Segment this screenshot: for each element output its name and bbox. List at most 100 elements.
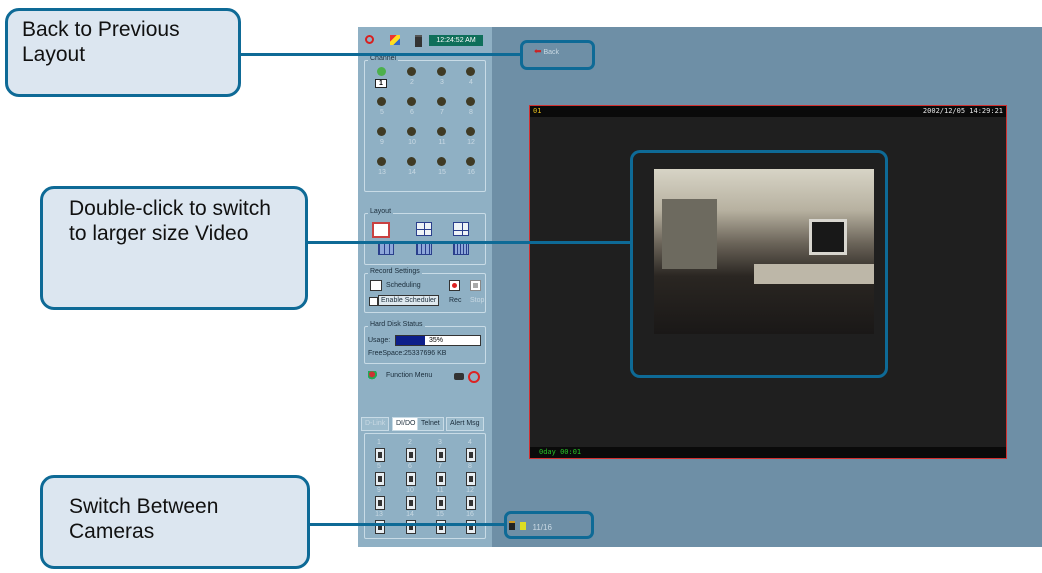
record-settings-group: [364, 273, 486, 313]
function-menu-label[interactable]: Function Menu: [386, 372, 432, 379]
switch-6-number: 6: [408, 463, 412, 470]
switch-10-number: 10: [406, 487, 414, 494]
usage-label: Usage:: [368, 337, 391, 344]
switch-1-number: 1: [377, 439, 381, 446]
video-footer: 0day 00:01: [530, 447, 1006, 458]
switch-7-number: 7: [438, 463, 442, 470]
stop-label: Stop: [470, 297, 485, 304]
callout-switch: Switch Between Cameras: [40, 475, 310, 569]
function-menu-icon[interactable]: [368, 371, 378, 382]
channel-14-indicator[interactable]: [407, 157, 416, 166]
switch-9-number: 9: [377, 487, 381, 494]
switch-11-button[interactable]: [436, 496, 446, 510]
usage-bar: 35%: [395, 335, 481, 346]
channel-4-indicator[interactable]: [466, 67, 475, 76]
layout-group: [364, 213, 486, 265]
channel-3-number[interactable]: 3: [435, 79, 449, 86]
channel-5-indicator[interactable]: [377, 97, 386, 106]
channel-10-number[interactable]: 10: [405, 139, 419, 146]
video-uptime: 0day 00:01: [539, 448, 582, 456]
switch-9-button[interactable]: [375, 496, 385, 510]
video-connector: [305, 241, 632, 244]
switch-5-button[interactable]: [375, 472, 385, 486]
channel-8-indicator[interactable]: [466, 97, 475, 106]
switch-13-number: 13: [375, 511, 383, 518]
color-settings-icon[interactable]: [390, 35, 400, 45]
scheduling-label[interactable]: Scheduling: [386, 282, 421, 289]
channel-14-number[interactable]: 14: [405, 169, 419, 176]
channel-11-indicator[interactable]: [437, 127, 446, 136]
usage-percent: 35%: [429, 337, 444, 344]
freespace-label: FreeSpace:: [368, 350, 405, 357]
switch-15-number: 15: [436, 511, 444, 518]
camera-icon[interactable]: [454, 373, 464, 380]
switch-14-number: 14: [406, 511, 414, 518]
enable-scheduler-checkbox[interactable]: [369, 297, 378, 306]
channel-16-number[interactable]: 16: [464, 169, 478, 176]
channel-11-number[interactable]: 11: [435, 139, 449, 146]
switch-6-button[interactable]: [406, 472, 416, 486]
channel-2-number[interactable]: 2: [405, 79, 419, 86]
channel-6-number[interactable]: 6: [405, 109, 419, 116]
layout-quad-button[interactable]: [416, 222, 432, 236]
channel-16-indicator[interactable]: [466, 157, 475, 166]
channel-8-number[interactable]: 8: [464, 109, 478, 116]
layout-single-button[interactable]: [372, 222, 390, 238]
channel-9-number[interactable]: 9: [375, 139, 389, 146]
callout-back: Back to Previous Layout: [5, 8, 241, 97]
channel-2-indicator[interactable]: [407, 67, 416, 76]
channel-3-indicator[interactable]: [437, 67, 446, 76]
back-connector: [238, 53, 521, 56]
back-highlight: [520, 40, 595, 70]
switch-3-button[interactable]: [436, 448, 446, 462]
channel-1-number[interactable]: 1: [375, 79, 387, 88]
calendar-icon[interactable]: [370, 280, 382, 291]
tab-telnet[interactable]: Telnet: [417, 417, 444, 431]
channel-13-number[interactable]: 13: [375, 169, 389, 176]
switch-highlight: [504, 511, 594, 539]
switch-4-button[interactable]: [466, 448, 476, 462]
channel-4-number[interactable]: 4: [464, 79, 478, 86]
trash-icon[interactable]: [415, 35, 422, 47]
switch-2-button[interactable]: [406, 448, 416, 462]
tab-dido[interactable]: DI/DO: [392, 417, 420, 431]
switch-11-number: 11: [436, 487, 444, 494]
power-icon[interactable]: [365, 35, 374, 44]
video-channel: 01: [533, 107, 542, 115]
switch-3-number: 3: [438, 439, 442, 446]
tab-dlink[interactable]: D-Link: [361, 417, 390, 431]
channel-15-indicator[interactable]: [437, 157, 446, 166]
channel-12-indicator[interactable]: [466, 127, 475, 136]
switch-2-number: 2: [408, 439, 412, 446]
channel-7-number[interactable]: 7: [435, 109, 449, 116]
record-button[interactable]: [449, 280, 460, 291]
disabled-icon[interactable]: [468, 371, 480, 383]
switch-1-button[interactable]: [375, 448, 385, 462]
switch-7-button[interactable]: [436, 472, 446, 486]
stop-button[interactable]: [470, 280, 481, 291]
channel-1-indicator[interactable]: [377, 67, 386, 76]
channel-13-indicator[interactable]: [377, 157, 386, 166]
switch-8-button[interactable]: [466, 472, 476, 486]
switch-16-number: 16: [466, 511, 474, 518]
channel-7-indicator[interactable]: [437, 97, 446, 106]
switch-8-number: 8: [468, 463, 472, 470]
video-datetime: 2002/12/05 14:29:21: [922, 107, 1003, 115]
switch-10-button[interactable]: [406, 496, 416, 510]
channel-15-number[interactable]: 15: [435, 169, 449, 176]
tab-alert-msg[interactable]: Alert Msg: [446, 417, 484, 431]
control-sidebar: 12:24:52 AM Channel 1 2 3 4 5 6 7 8 9 10 11 12 13 14 1…: [358, 27, 493, 547]
channel-10-indicator[interactable]: [407, 127, 416, 136]
channel-6-indicator[interactable]: [407, 97, 416, 106]
layout-1plus5-button[interactable]: [453, 222, 469, 236]
switch-12-button[interactable]: [466, 496, 476, 510]
rec-label: Rec: [449, 297, 462, 304]
channel-5-number[interactable]: 5: [375, 109, 389, 116]
channel-12-number[interactable]: 12: [464, 139, 478, 146]
switch-connector: [307, 523, 505, 526]
enable-scheduler-button[interactable]: Enable Scheduler: [378, 295, 440, 306]
switch-5-number: 5: [377, 463, 381, 470]
hard-disk-title: Hard Disk Status: [368, 321, 425, 328]
channel-9-indicator[interactable]: [377, 127, 386, 136]
switch-12-number: 12: [466, 487, 474, 494]
